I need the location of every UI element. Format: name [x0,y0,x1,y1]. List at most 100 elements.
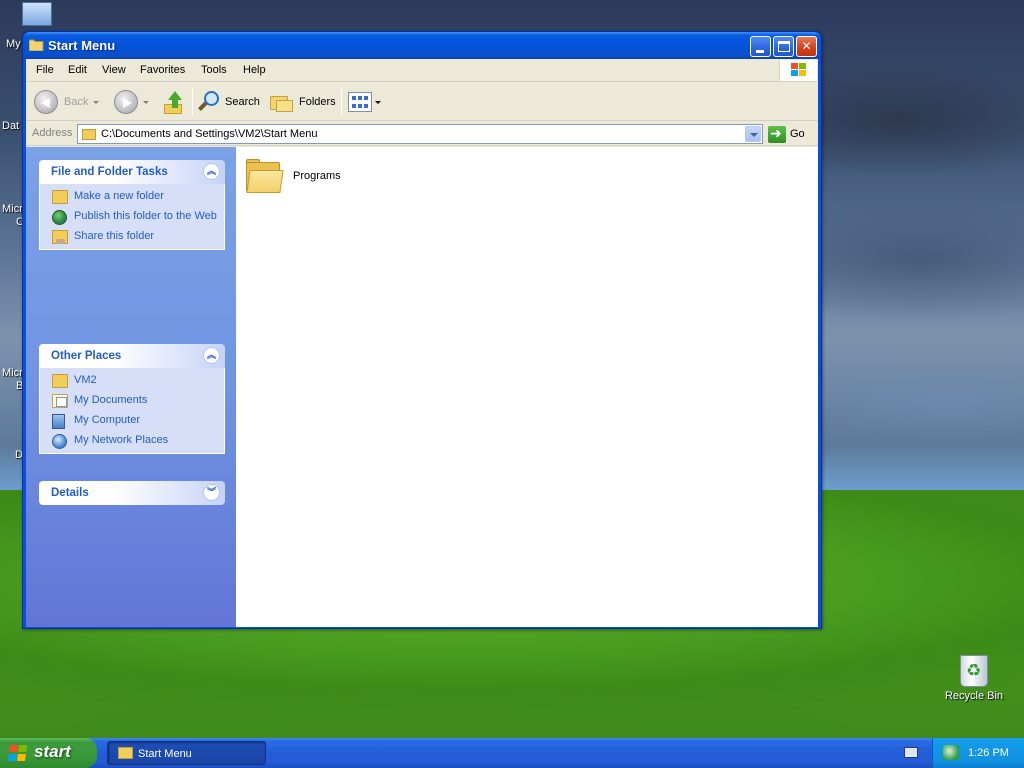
my-computer-icon [22,2,52,26]
up-button[interactable] [163,87,185,117]
other-places-header[interactable]: Other Places ︽ [39,344,225,368]
window-body: File Edit View Favorites Tools Help Back [26,59,818,627]
task-make-new-folder[interactable]: Make a new folder [52,190,224,204]
folder-icon [118,747,133,759]
title-bar[interactable]: Start Menu ✕ [23,32,821,59]
address-dropdown-button[interactable] [745,126,761,142]
task-label: Publish this folder to the Web [74,210,217,222]
toolbar-separator [341,89,342,115]
share-folder-icon [52,230,68,244]
desktop-label-partial[interactable]: Micr [2,203,23,215]
address-input[interactable]: C:\Documents and Settings\VM2\Start Menu [77,124,763,144]
explorer-window: Start Menu ✕ File Edit View Favorites To… [22,31,822,629]
start-label: start [34,742,71,761]
expand-icon[interactable]: ︾ [203,484,220,501]
forward-button[interactable] [114,87,149,117]
taskbar-button-label: Start Menu [138,748,192,760]
folders-icon [270,92,294,112]
desktop-icon-recycle-bin[interactable]: Recycle Bin [940,655,1008,702]
minimize-button[interactable] [750,36,771,57]
forward-arrow-icon [114,90,138,114]
taskbar-button-start-menu[interactable]: Start Menu [107,741,266,765]
file-item-label: Programs [293,170,341,182]
task-publish-to-web[interactable]: Publish this folder to the Web [52,210,224,225]
standard-toolbar: Back Search Folders [26,83,818,121]
place-label: My Computer [74,414,141,426]
desktop-label-partial[interactable]: Dat [2,120,19,132]
panel-title: Other Places [51,350,122,362]
network-places-icon [52,434,67,449]
place-label: My Documents [74,394,148,406]
address-value: C:\Documents and Settings\VM2\Start Menu [101,128,318,140]
menu-view[interactable]: View [102,64,126,76]
taskbar: start Start Menu 1:26 PM [0,738,1024,768]
task-pane: File and Folder Tasks ︽ Make a new folde… [26,147,236,627]
menu-file[interactable]: File [36,64,54,76]
file-folder-tasks-header[interactable]: File and Folder Tasks ︽ [39,160,225,184]
desktop-icon-my-computer[interactable] [22,2,56,30]
folders-button[interactable]: Folders [270,87,336,117]
start-button[interactable]: start [0,738,97,768]
clock[interactable]: 1:26 PM [968,747,1009,759]
maximize-button[interactable] [773,36,794,57]
task-share-folder[interactable]: Share this folder [52,230,224,244]
details-panel: Details ︾ [39,481,225,505]
toolbar-separator [192,89,193,115]
panel-title: Details [51,487,89,499]
panel-title: File and Folder Tasks [51,166,168,178]
desktop-label-partial[interactable]: Micr [2,367,23,379]
up-folder-icon [163,90,185,114]
folder-icon [82,129,96,140]
collapse-icon[interactable]: ︽ [203,347,220,364]
window-title: Start Menu [48,38,116,53]
close-icon: ✕ [801,39,812,53]
recycle-bin-label: Recycle Bin [944,690,1004,702]
views-button[interactable] [348,87,381,117]
new-folder-icon [52,190,68,204]
back-button[interactable]: Back [34,87,100,117]
menu-bar: File Edit View Favorites Tools Help [26,59,818,82]
address-bar: Address C:\Documents and Settings\VM2\St… [26,122,818,146]
folders-label: Folders [299,96,336,108]
file-item-programs[interactable]: Programs [236,147,356,207]
panel-body: Make a new folder Publish this folder to… [39,184,225,250]
file-folder-tasks-panel: File and Folder Tasks ︽ Make a new folde… [39,160,225,250]
search-button[interactable]: Search [198,87,260,117]
other-places-panel: Other Places ︽ VM2 My Documents My Compu… [39,344,225,454]
keyboard-icon[interactable] [904,747,918,758]
my-documents-icon [52,394,68,408]
back-label: Back [64,96,89,108]
menu-help[interactable]: Help [243,64,266,76]
place-my-network-places[interactable]: My Network Places [52,434,224,449]
close-button[interactable]: ✕ [796,36,817,57]
go-label: Go [790,128,805,140]
folder-icon [52,374,68,388]
folder-icon [246,159,284,195]
go-arrow-icon [768,125,786,143]
network-tray-icon[interactable] [943,745,959,760]
windows-flag-icon [791,63,807,78]
menu-edit[interactable]: Edit [68,64,87,76]
file-list: Programs [236,147,818,627]
details-header[interactable]: Details ︾ [39,481,225,505]
desktop-label-partial[interactable]: My [6,38,21,50]
windows-flag-icon [7,745,28,762]
publish-web-icon [52,210,67,225]
chevron-down-icon [143,100,149,104]
place-my-computer[interactable]: My Computer [52,414,224,429]
my-computer-icon [52,414,65,429]
minimize-icon [756,50,764,53]
place-my-documents[interactable]: My Documents [52,394,224,408]
chevron-down-icon [375,100,381,104]
task-label: Share this folder [74,230,155,242]
menu-favorites[interactable]: Favorites [140,64,185,76]
back-arrow-icon [34,90,58,114]
search-label: Search [225,96,260,108]
go-button[interactable]: Go [768,124,813,144]
panel-body: VM2 My Documents My Computer My Network … [39,368,225,454]
menu-tools[interactable]: Tools [201,64,227,76]
place-vm2[interactable]: VM2 [52,374,224,388]
views-icon [348,92,372,112]
collapse-icon[interactable]: ︽ [203,163,220,180]
address-label: Address [32,127,73,139]
